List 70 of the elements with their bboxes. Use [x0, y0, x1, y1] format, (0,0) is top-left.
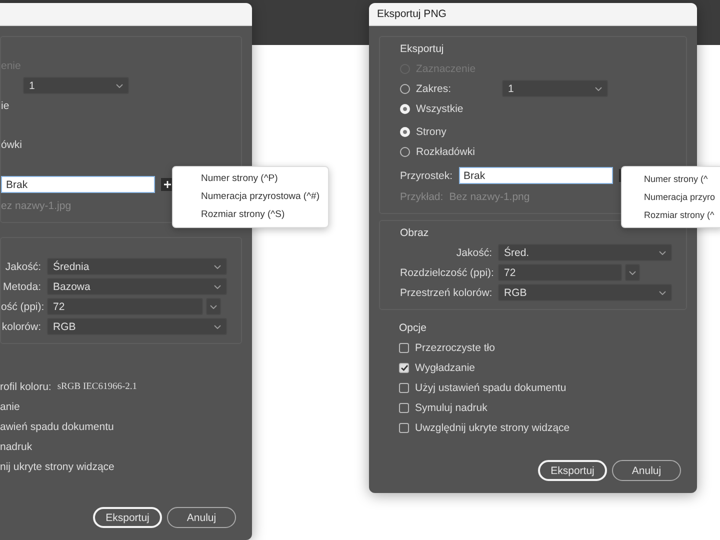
checkbox-label: Wygładzanie	[415, 362, 476, 374]
field-label: Przestrzeń kolorów:	[400, 286, 492, 298]
checkbox[interactable]	[399, 402, 409, 412]
chevron-icon	[214, 264, 221, 268]
option-label: ie	[1, 100, 10, 112]
dropdown-button[interactable]	[206, 298, 221, 315]
export-button[interactable]: Eksportuj	[538, 460, 607, 481]
field-label: Rozdzielczość (ppi):	[400, 266, 492, 278]
section-heading: Eksportuj	[400, 43, 445, 55]
resolution-field[interactable]: 72	[498, 264, 622, 281]
radio-label: Wszystkie	[416, 102, 464, 114]
range-dropdown[interactable]: 1	[23, 77, 129, 94]
field-label: Jakość:	[4, 260, 41, 272]
chevron-icon	[210, 304, 217, 308]
dropdown[interactable]: RGB	[47, 318, 227, 335]
checkbox[interactable]	[399, 362, 409, 372]
option-label: nadruk	[0, 440, 32, 452]
section-heading: Opcje	[399, 322, 428, 334]
cancel-button[interactable]: Anuluj	[612, 460, 681, 481]
add-button[interactable]	[161, 178, 173, 191]
dropdown[interactable]: Bazowa	[47, 278, 227, 295]
radio-button[interactable]	[400, 146, 410, 156]
radio-label: Rozkładówki	[416, 146, 475, 158]
checkbox-label: Symuluj nadruk	[415, 402, 488, 414]
chevron-icon	[659, 250, 666, 254]
field-label: Jakość:	[455, 246, 492, 258]
menu-item[interactable]: Numeracja przyrostowa (^#)	[173, 188, 328, 206]
checkbox[interactable]	[399, 422, 409, 432]
checkbox-label: Przezroczyste tło	[415, 342, 495, 354]
option-label: anie	[0, 400, 20, 412]
checkbox-label: Uwzględnij ukryte strony widzące	[415, 422, 570, 434]
field-label: ość (ppi):	[1, 300, 41, 312]
option-label: awień spadu dokumentu	[0, 420, 114, 432]
menu-item[interactable]: Rozmiar strony (^S)	[173, 206, 328, 224]
cancel-button[interactable]: Anuluj	[167, 507, 236, 528]
checkbox-label: Użyj ustawień spadu dokumentu	[415, 382, 566, 394]
profile-value: sRGB IEC61966-2.1	[57, 382, 138, 392]
option-label: nij ukryte strony widzące	[0, 460, 114, 472]
radio-label: Zakres:	[416, 82, 452, 94]
menu-item[interactable]: Numer strony (^P)	[173, 170, 328, 188]
check-icon	[400, 364, 408, 370]
section-heading: Obraz	[400, 227, 430, 239]
field-label: Przyrostek:	[400, 170, 453, 182]
dropdown[interactable]: Śred.	[498, 244, 672, 261]
dropdown[interactable]: Średnia	[47, 258, 227, 275]
chevron-icon	[116, 84, 123, 88]
chevron-icon	[595, 86, 602, 90]
resolution-field[interactable]: 72	[47, 298, 203, 315]
dropdown[interactable]: RGB	[498, 284, 672, 301]
chevron-icon	[214, 284, 221, 288]
suffix-field[interactable]: Brak	[458, 167, 613, 184]
field-label: Metoda:	[2, 280, 41, 292]
chevron-icon	[629, 270, 636, 274]
menu-item[interactable]: Numeracja przyro	[622, 188, 720, 206]
chevron-icon	[659, 290, 666, 294]
menu-item[interactable]: Numer strony (^	[622, 170, 720, 188]
option-label: ówki	[1, 138, 22, 150]
range-dropdown[interactable]: 1	[502, 80, 608, 97]
dropdown-button[interactable]	[625, 264, 640, 281]
menu-item[interactable]: Rozmiar strony (^	[622, 206, 720, 224]
suffix-field[interactable]: Brak	[1, 176, 155, 193]
window-title: Eksportuj PNG	[377, 8, 446, 20]
export-button[interactable]: Eksportuj	[93, 507, 162, 528]
radio-label: Strony	[416, 126, 446, 138]
field-label: rofil koloru:	[0, 380, 52, 392]
radio-button[interactable]	[400, 84, 410, 94]
checkbox[interactable]	[399, 342, 409, 352]
field-label: kolorów:	[1, 320, 41, 332]
checkbox[interactable]	[399, 382, 409, 392]
chevron-icon	[214, 324, 221, 328]
